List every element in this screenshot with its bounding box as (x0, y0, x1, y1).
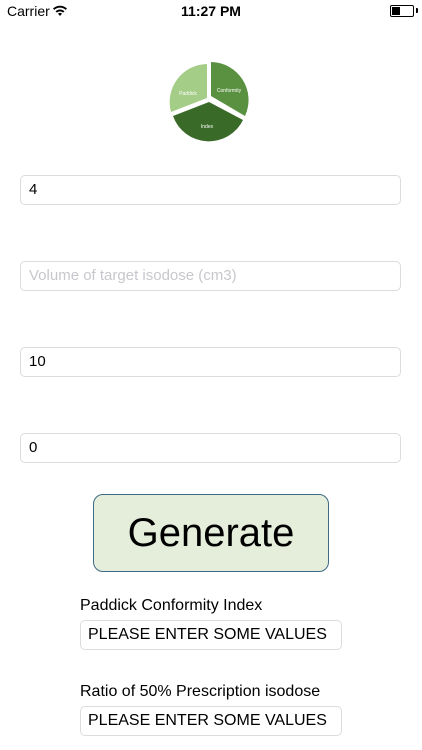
clock: 11:27 PM (181, 3, 241, 19)
logo-text-conformity: Conformity (217, 88, 242, 94)
paddick-index-output: PLEASE ENTER SOME VALUES (80, 620, 342, 650)
battery-tip (416, 8, 418, 13)
generate-button[interactable]: Generate (93, 494, 329, 572)
target-isodose-volume-input[interactable]: Volume of target isodose (cm3) (20, 261, 401, 291)
ratio-output: PLEASE ENTER SOME VALUES (80, 706, 342, 736)
paddick-index-label: Paddick Conformity Index (80, 597, 263, 614)
logo-text-index: Index (201, 124, 214, 130)
paddick-logo-icon: Paddick Conformity Index (169, 62, 249, 142)
logo-slice-paddick (169, 64, 207, 112)
logo-text-paddick: Paddick (179, 91, 197, 97)
input-field-4[interactable]: 0 (20, 433, 401, 463)
input-field-1[interactable]: 4 (20, 175, 401, 205)
battery-icon (390, 5, 414, 17)
input-field-3[interactable]: 10 (20, 347, 401, 377)
ratio-label: Ratio of 50% Prescription isodose (80, 683, 321, 700)
status-bar: Carrier 11:27 PM (0, 0, 422, 22)
